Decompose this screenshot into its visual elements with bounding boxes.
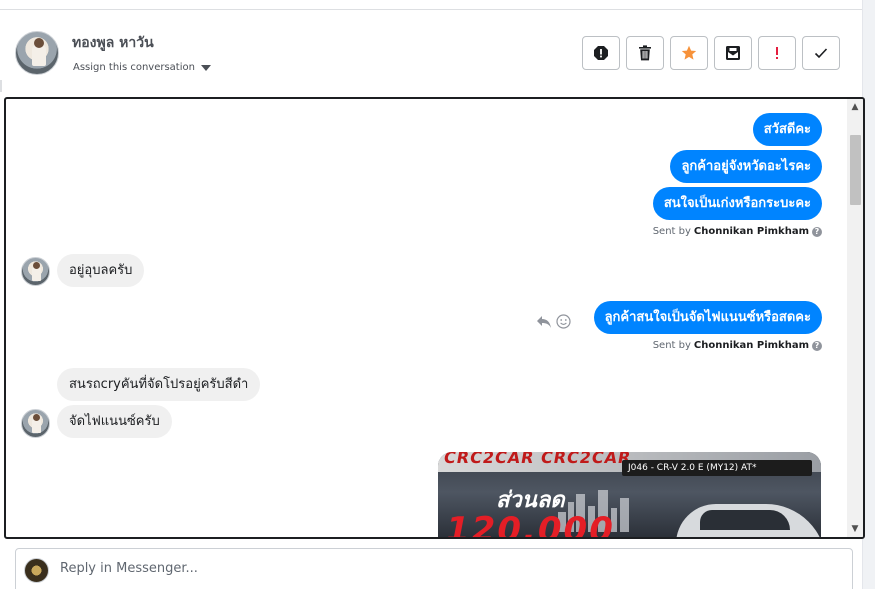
scroll-down-arrow-icon[interactable]: ▼	[847, 521, 863, 537]
incoming-message[interactable]: สนรถcryคันที่จัดโปรอยู่ครับสีดำ	[57, 368, 261, 401]
attachment-stamp: CRC2CAR CRC2CAR	[442, 452, 634, 467]
incoming-message[interactable]: อยู่อุบลครับ	[57, 254, 145, 287]
mark-important-button[interactable]	[758, 36, 796, 70]
incoming-message[interactable]: จัดไฟแนนซ์ครับ	[57, 405, 172, 438]
conversation-header: ทองพูล หาวัน Assign this conversation	[0, 10, 862, 96]
attachment-amount: 120,000	[446, 510, 615, 537]
assign-conversation-dropdown[interactable]: Assign this conversation	[73, 62, 211, 73]
sender-name[interactable]: Chonnikan Pimkham	[694, 226, 809, 237]
help-icon[interactable]: ?	[812, 226, 822, 237]
report-spam-icon	[594, 46, 608, 60]
reply-icon[interactable]	[536, 315, 552, 329]
sent-by-prefix: Sent by	[652, 226, 691, 237]
emoji-reaction-icon[interactable]	[556, 314, 571, 329]
contact-avatar[interactable]	[15, 31, 59, 75]
message-list: สวัสดีคะ ลูกค้าอยู่จังหวัดอะไรคะ สนใจเป็…	[6, 99, 847, 537]
reply-box	[15, 548, 853, 589]
message-hover-tools	[536, 314, 571, 329]
trash-icon	[639, 45, 651, 61]
page-avatar	[24, 558, 49, 583]
sent-by-prefix: Sent by	[652, 340, 691, 351]
mark-unread-icon	[726, 46, 740, 60]
attachment-model: J046 - CR-V 2.0 E (MY12) AT*	[622, 460, 812, 476]
assign-label: Assign this conversation	[73, 62, 195, 73]
star-icon	[681, 45, 697, 60]
important-icon	[776, 47, 778, 59]
sender-name[interactable]: Chonnikan Pimkham	[694, 340, 809, 351]
car-window	[700, 510, 790, 530]
contact-name[interactable]: ทองพูล หาวัน	[72, 32, 154, 54]
message-thread[interactable]: สวัสดีคะ ลูกค้าอยู่จังหวัดอะไรคะ สนใจเป็…	[4, 97, 865, 539]
outgoing-message[interactable]: สนใจเป็นเก่งหรือกระบะคะ	[652, 187, 822, 220]
sent-by-label: Sent by Chonnikan Pimkham ?	[653, 340, 822, 351]
outgoing-message[interactable]: ลูกค้าอยู่จังหวัดอะไรคะ	[670, 150, 822, 183]
image-attachment[interactable]: CRC2CAR CRC2CAR J046 - CR-V 2.0 E (MY12)…	[438, 452, 821, 537]
outgoing-message[interactable]: ลูกค้าสนใจเป็นจัดไฟแนนซ์หรือสดคะ	[593, 301, 822, 334]
scroll-up-arrow-icon[interactable]: ▲	[847, 99, 863, 115]
delete-button[interactable]	[626, 36, 664, 70]
reply-input[interactable]	[60, 561, 820, 576]
check-icon	[814, 48, 828, 59]
caret-down-icon	[200, 64, 211, 71]
mark-unread-button[interactable]	[714, 36, 752, 70]
conversation-actions	[582, 36, 840, 70]
help-icon[interactable]: ?	[812, 340, 822, 351]
star-button[interactable]	[670, 36, 708, 70]
contact-avatar-small[interactable]	[21, 257, 50, 286]
contact-avatar-small[interactable]	[21, 409, 50, 438]
report-spam-button[interactable]	[582, 36, 620, 70]
scroll-thumb[interactable]	[850, 135, 861, 205]
outgoing-message[interactable]: สวัสดีคะ	[752, 113, 822, 146]
thread-scrollbar[interactable]: ▲ ▼	[847, 99, 863, 537]
mark-done-button[interactable]	[802, 36, 840, 70]
sent-by-label: Sent by Chonnikan Pimkham ?	[653, 226, 822, 237]
